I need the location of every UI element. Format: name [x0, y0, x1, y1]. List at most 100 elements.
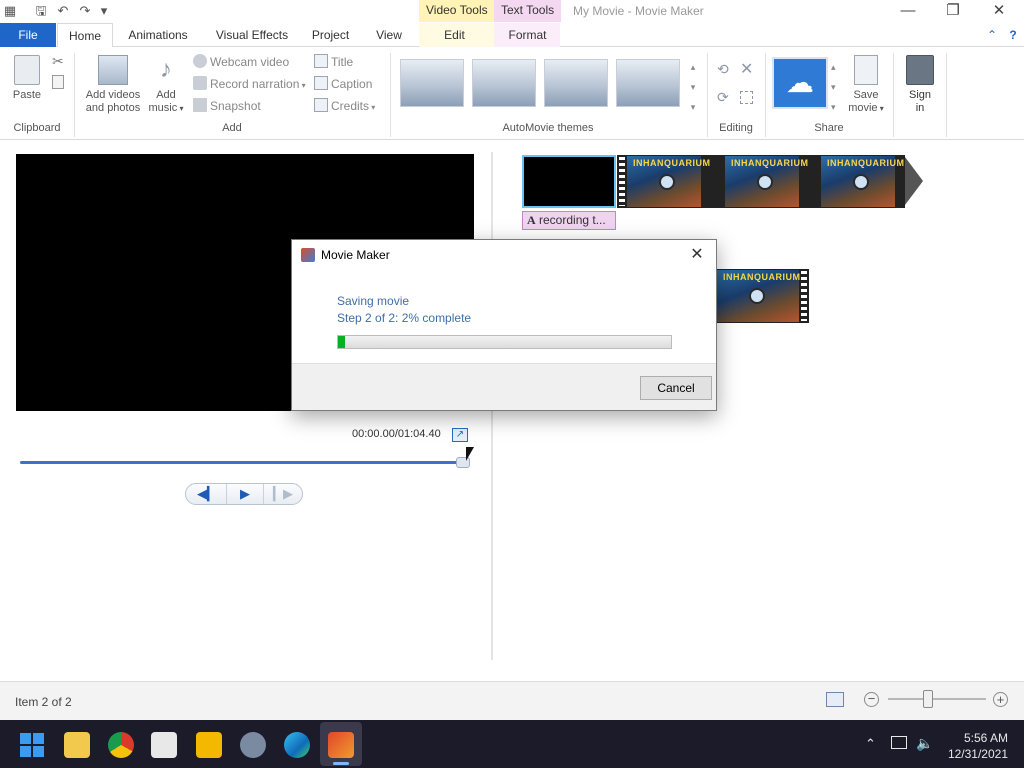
- zoom-in-icon[interactable]: +: [993, 692, 1008, 707]
- network-icon[interactable]: [891, 736, 907, 749]
- share-scroll[interactable]: ▴ ▾ ▾: [831, 57, 836, 117]
- ribbon-tabs: File Home Animations Visual Effects Proj…: [0, 23, 1024, 48]
- tab-edit[interactable]: Edit: [427, 23, 482, 47]
- video-thumbnail: INHANQUARIUM: [725, 156, 808, 207]
- theme-thumbnail[interactable]: [400, 59, 464, 107]
- volume-icon[interactable]: 🔈: [916, 735, 933, 752]
- thumb-text: INHANQUARIUM: [633, 158, 711, 168]
- paste-button[interactable]: Paste: [8, 55, 46, 102]
- divider: [946, 53, 947, 137]
- video-thumbnail: INHANQUARIUM: [821, 156, 904, 207]
- storyboard-video-clip[interactable]: INHANQUARIUM: [717, 269, 809, 323]
- theme-thumbnail[interactable]: [544, 59, 608, 107]
- sign-in-button[interactable]: Sign in: [900, 55, 940, 115]
- movie-maker-icon: [301, 248, 315, 262]
- thumb-text: INHANQUARIUM: [827, 158, 905, 168]
- maximize-button[interactable]: ❐: [930, 0, 976, 22]
- credits-icon: [314, 98, 328, 112]
- close-button[interactable]: ✕: [976, 0, 1022, 22]
- theme-thumbnail[interactable]: [616, 59, 680, 107]
- taskbar-time[interactable]: 5:56 AM: [958, 731, 1008, 745]
- tray-overflow-icon[interactable]: ⌃: [865, 736, 876, 752]
- tab-file[interactable]: File: [0, 23, 56, 47]
- tab-visual-effects[interactable]: Visual Effects: [206, 23, 298, 47]
- tab-view[interactable]: View: [366, 23, 412, 47]
- tab-project[interactable]: Project: [303, 23, 358, 47]
- caption-icon: [314, 76, 328, 90]
- zoom-slider[interactable]: [888, 698, 986, 700]
- customize-qat-icon[interactable]: ▾: [96, 3, 112, 19]
- title-button[interactable]: Title: [314, 53, 353, 71]
- save-movie-button[interactable]: Save movie ▾: [845, 55, 887, 115]
- zoom-slider-thumb[interactable]: [923, 690, 933, 708]
- start-icon[interactable]: [20, 733, 44, 757]
- settings-gear-icon[interactable]: [240, 732, 266, 758]
- themes-scroll[interactable]: ▴ ▾ ▾: [687, 57, 699, 117]
- caption-button[interactable]: Caption: [314, 75, 372, 93]
- webcam-label: Webcam video: [210, 55, 290, 69]
- network-tool-icon[interactable]: [196, 732, 222, 758]
- webcam-video-button[interactable]: Webcam video: [193, 53, 289, 71]
- dialog-close-icon[interactable]: ✕: [684, 244, 710, 266]
- help-icon[interactable]: ?: [1004, 23, 1022, 47]
- cancel-button[interactable]: Cancel: [640, 376, 712, 400]
- onedrive-share-icon[interactable]: ☁: [772, 57, 828, 109]
- storyboard-clip-selected[interactable]: [522, 155, 616, 208]
- full-screen-icon[interactable]: ↗: [452, 428, 468, 442]
- record-narration-button[interactable]: Record narration ▾: [193, 75, 306, 93]
- cut-icon[interactable]: ✂: [52, 53, 64, 70]
- webcam-icon: [193, 54, 207, 68]
- app-icon[interactable]: ▦: [2, 3, 18, 19]
- clipboard-group-label: Clipboard: [13, 122, 61, 134]
- add-videos-label-2: and photos: [85, 102, 141, 114]
- previous-frame-button[interactable]: ◀▎: [188, 484, 226, 504]
- text-tools-header: Text Tools: [494, 0, 562, 22]
- play-button[interactable]: ▶: [226, 484, 264, 504]
- undo-icon[interactable]: ↶: [55, 3, 71, 19]
- rotate-left-icon[interactable]: ⟲: [717, 61, 729, 78]
- save-icon[interactable]: 🖫: [33, 3, 49, 19]
- rotate-right-icon[interactable]: ⟳: [717, 89, 729, 106]
- mouse-cursor: [466, 447, 474, 461]
- user-icon: [906, 55, 934, 85]
- taskbar-date[interactable]: 12/31/2021: [942, 747, 1008, 761]
- dialog-progress-text: Step 2 of 2: 2% complete: [337, 311, 472, 325]
- next-frame-button[interactable]: ▎▶: [264, 484, 302, 504]
- store-icon[interactable]: [151, 732, 177, 758]
- zoom-out-icon[interactable]: −: [864, 692, 879, 707]
- divider: [893, 53, 894, 137]
- narration-label: Record narration: [210, 77, 300, 91]
- thumb-text: INHANQUARIUM: [731, 158, 809, 168]
- snapshot-button[interactable]: Snapshot: [193, 97, 261, 115]
- remove-icon[interactable]: ✕: [740, 59, 753, 79]
- clock-graphic: [853, 174, 869, 190]
- minimize-button[interactable]: —: [885, 0, 931, 22]
- theme-thumbnail[interactable]: [472, 59, 536, 107]
- add-videos-button[interactable]: Add videos and photos: [82, 55, 144, 115]
- select-all-icon[interactable]: [740, 91, 753, 104]
- tab-format[interactable]: Format: [500, 23, 555, 47]
- text-caption-icon: A: [527, 213, 536, 227]
- clock-graphic: [659, 174, 675, 190]
- seek-bar[interactable]: [20, 461, 468, 464]
- timecode: 00:00.00/01:04.40: [352, 428, 441, 440]
- file-explorer-icon[interactable]: [64, 732, 90, 758]
- chrome-icon[interactable]: [108, 732, 134, 758]
- window-title: My Movie - Movie Maker: [573, 4, 704, 18]
- storyboard-video-clip[interactable]: INHANQUARIUM INHANQUARIUM INHANQUARIUM: [617, 155, 905, 208]
- ribbon-home: Paste ✂ Clipboard Add videos and photos …: [0, 47, 1024, 140]
- clock-graphic: [757, 174, 773, 190]
- caption-track-label: recording t...: [539, 213, 606, 227]
- caption-track-item[interactable]: A recording t...: [522, 211, 616, 230]
- collapse-ribbon-icon[interactable]: ⌃: [984, 23, 1000, 47]
- credits-button[interactable]: Credits ▾: [314, 97, 375, 115]
- tab-home[interactable]: Home: [57, 23, 113, 48]
- dialog-title: Movie Maker: [321, 248, 390, 262]
- redo-icon[interactable]: ↷: [77, 3, 93, 19]
- add-music-button[interactable]: ♪ Add music ▾: [146, 55, 186, 115]
- thumbnail-size-icon[interactable]: [826, 692, 844, 707]
- tab-animations[interactable]: Animations: [119, 23, 197, 47]
- copy-icon[interactable]: [52, 75, 64, 89]
- film-sprocket: [801, 271, 807, 321]
- edge-icon[interactable]: [284, 732, 310, 758]
